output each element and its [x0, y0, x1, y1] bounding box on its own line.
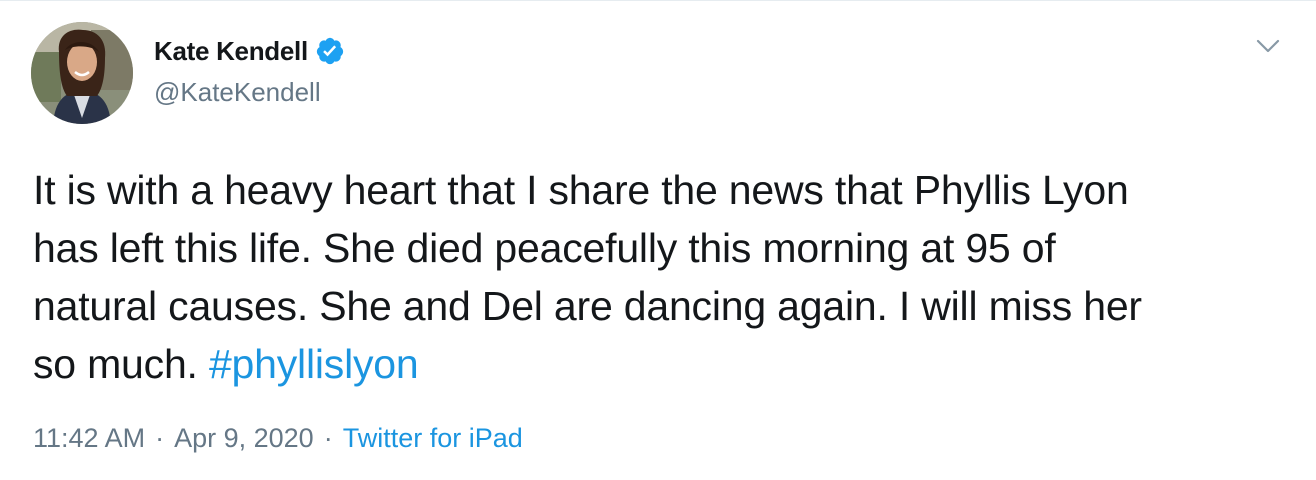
author-display-name[interactable]: Kate Kendell	[154, 36, 308, 67]
avatar[interactable]	[31, 22, 133, 124]
meta-separator: ·	[323, 423, 333, 453]
tweet-text-line: so much. #phyllislyon	[33, 335, 1283, 393]
chevron-down-icon[interactable]	[1254, 34, 1282, 58]
verified-badge-icon	[315, 36, 345, 66]
meta-separator: ·	[155, 423, 165, 453]
tweet-time[interactable]: 11:42 AM	[33, 423, 145, 454]
tweet-card: Kate Kendell @KateKendell It is with a h…	[0, 0, 1316, 480]
hashtag-link[interactable]: #phyllislyon	[209, 341, 419, 387]
divider	[0, 0, 1316, 1]
tweet-text-line: has left this life. She died peacefully …	[33, 225, 1056, 271]
tweet-date[interactable]: Apr 9, 2020	[174, 423, 314, 454]
tweet-source-link[interactable]: Twitter for iPad	[343, 423, 523, 454]
tweet-text-line: It is with a heavy heart that I share th…	[33, 167, 1129, 213]
tweet-meta: 11:42 AM · Apr 9, 2020 · Twitter for iPa…	[33, 423, 523, 454]
tweet-text-end: so much.	[33, 341, 209, 387]
tweet-text-line: natural causes. She and Del are dancing …	[33, 283, 1142, 329]
tweet-text: It is with a heavy heart that I share th…	[33, 161, 1283, 393]
author-name-row[interactable]: Kate Kendell	[154, 34, 345, 68]
author-handle[interactable]: @KateKendell	[154, 77, 321, 108]
